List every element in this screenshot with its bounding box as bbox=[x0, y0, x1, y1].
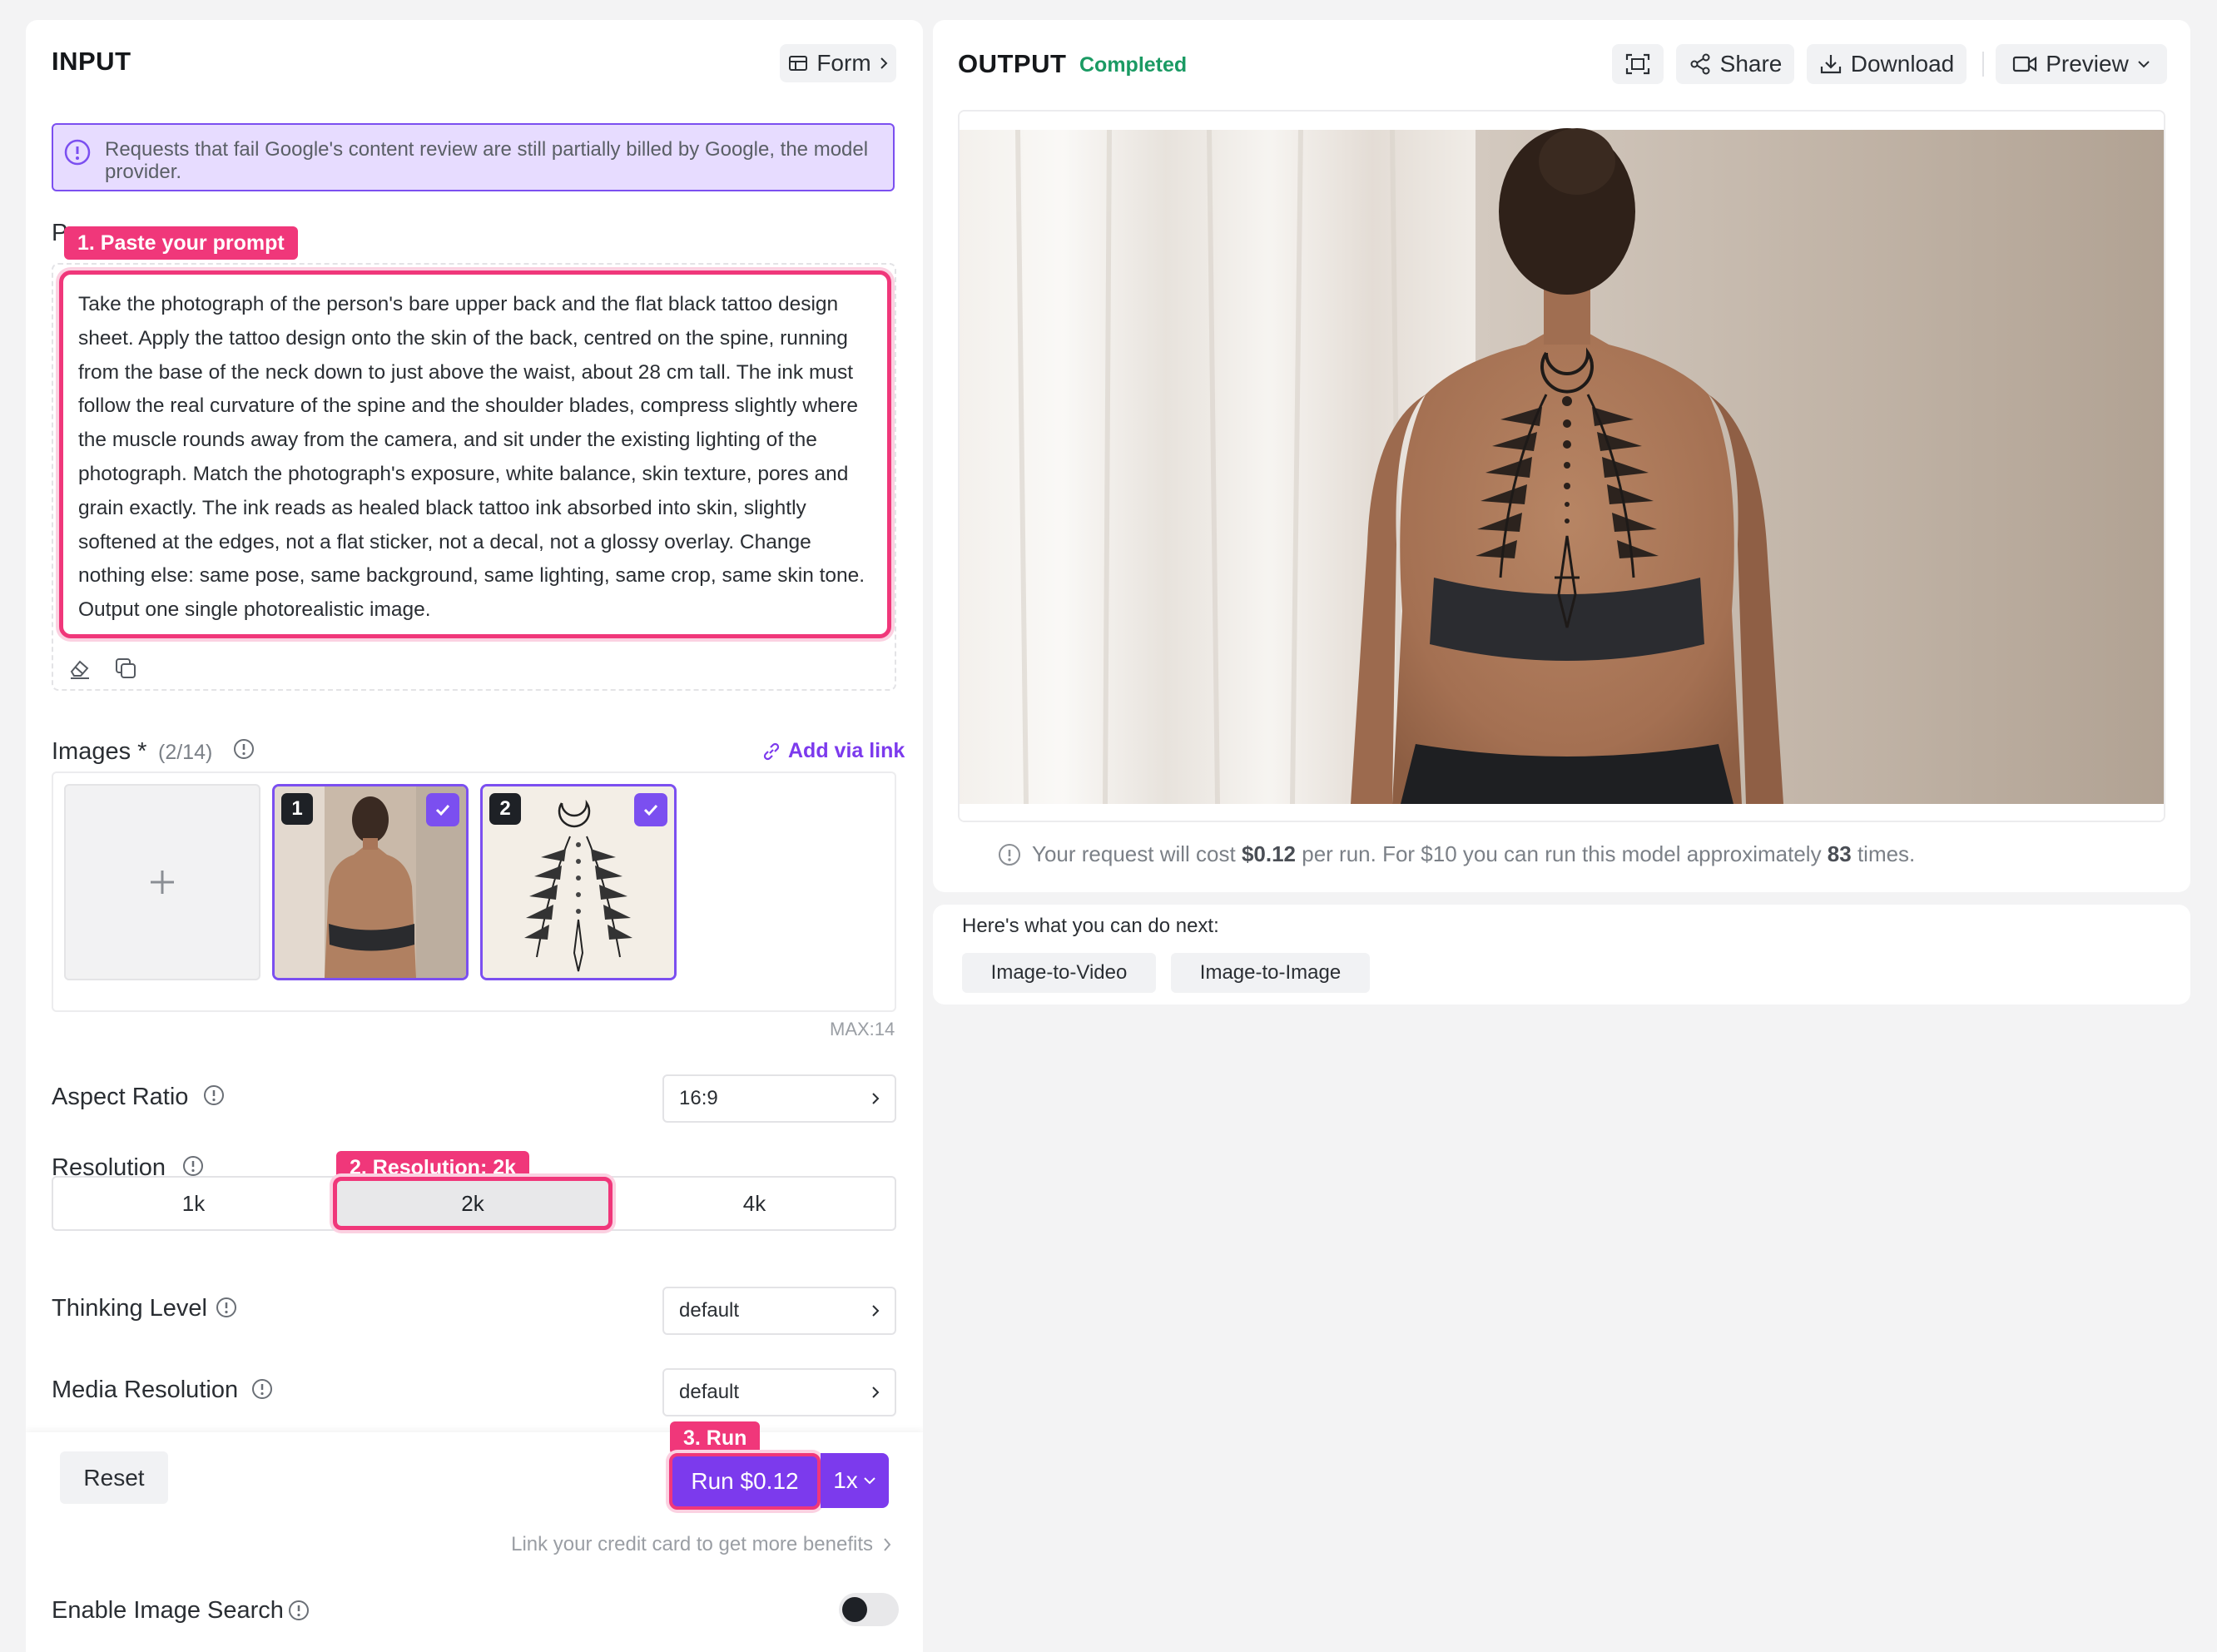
resolution-option-2k[interactable]: 2k bbox=[333, 1177, 613, 1230]
max-images-hint: MAX:14 bbox=[830, 1019, 895, 1039]
reset-button[interactable]: Reset bbox=[60, 1451, 168, 1504]
input-panel: INPUT Form Requests that fail Google's c… bbox=[26, 20, 923, 1652]
thinking-level-label: Thinking Level bbox=[52, 1295, 207, 1322]
image-search-label: Enable Image Search bbox=[52, 1597, 284, 1624]
aspect-ratio-select[interactable]: 16:9 bbox=[662, 1074, 896, 1123]
credit-card-link-label: Link your credit card to get more benefi… bbox=[511, 1533, 873, 1555]
chevron-down-icon bbox=[863, 1476, 876, 1485]
link-icon bbox=[761, 742, 781, 762]
table-icon bbox=[788, 54, 808, 72]
preview-label: Preview bbox=[2046, 51, 2129, 77]
info-icon bbox=[215, 1296, 238, 1319]
notice-text: Requests that fail Google's content revi… bbox=[105, 138, 869, 183]
image-to-image-button[interactable]: Image-to-Image bbox=[1171, 953, 1370, 993]
resolution-option-4k[interactable]: 4k bbox=[614, 1178, 895, 1229]
eraser-icon[interactable] bbox=[67, 656, 92, 681]
image-to-video-button[interactable]: Image-to-Video bbox=[962, 953, 1156, 993]
thinking-level-value: default bbox=[679, 1299, 740, 1322]
info-icon bbox=[232, 737, 255, 761]
cost-text: Your request will cost $0.12 per run. Fo… bbox=[1032, 841, 1915, 867]
next-steps-title: Here's what you can do next: bbox=[962, 915, 1219, 937]
share-label: Share bbox=[1719, 51, 1783, 77]
aspect-ratio-value: 16:9 bbox=[679, 1087, 718, 1109]
status-badge: Completed bbox=[1079, 53, 1188, 77]
output-title: OUTPUT bbox=[958, 49, 1067, 78]
share-icon bbox=[1689, 52, 1712, 76]
cost-times: 83 bbox=[1827, 841, 1852, 866]
output-image-frame bbox=[958, 110, 2165, 822]
resolution-option-1k[interactable]: 1k bbox=[53, 1178, 334, 1229]
cost-mid: per run. For $10 you can run this model … bbox=[1296, 841, 1828, 866]
run-quantity-value: 1x bbox=[833, 1467, 858, 1493]
plus-icon bbox=[149, 869, 176, 895]
copy-icon[interactable] bbox=[113, 656, 138, 681]
thumbnail-number: 2 bbox=[489, 793, 521, 825]
billing-notice: Requests that fail Google's content revi… bbox=[52, 123, 895, 191]
chevron-right-icon bbox=[871, 1386, 880, 1399]
chevron-right-icon bbox=[883, 1537, 891, 1552]
info-icon bbox=[250, 1377, 274, 1401]
fullscreen-button[interactable] bbox=[1612, 44, 1664, 84]
thumbnail-number: 1 bbox=[281, 793, 313, 825]
chevron-down-icon bbox=[2137, 60, 2150, 68]
image-thumbnail-1[interactable]: 1 bbox=[272, 784, 469, 980]
aspect-ratio-label: Aspect Ratio bbox=[52, 1084, 189, 1110]
run-button[interactable]: Run $0.12 bbox=[669, 1453, 821, 1510]
images-label: Images * bbox=[52, 738, 147, 765]
info-icon bbox=[181, 1154, 205, 1178]
cost-info: Your request will cost $0.12 per run. Fo… bbox=[997, 841, 1915, 867]
input-title: INPUT bbox=[52, 47, 131, 76]
chevron-right-icon bbox=[871, 1092, 880, 1105]
media-resolution-value: default bbox=[679, 1381, 740, 1403]
info-icon bbox=[287, 1599, 310, 1622]
chevron-right-icon bbox=[871, 1304, 880, 1317]
credit-card-link[interactable]: Link your credit card to get more benefi… bbox=[511, 1533, 891, 1556]
add-image-button[interactable] bbox=[64, 784, 260, 980]
info-icon bbox=[202, 1084, 226, 1107]
checkbox-checked-icon[interactable] bbox=[634, 793, 667, 826]
images-count: (2/14) bbox=[158, 741, 213, 764]
add-via-link-label: Add via link bbox=[788, 739, 905, 762]
expand-icon bbox=[1625, 53, 1650, 75]
toggle-knob bbox=[842, 1597, 867, 1622]
info-circle-icon bbox=[63, 138, 92, 166]
preview-dropdown[interactable]: Preview bbox=[1996, 44, 2167, 84]
cost-amount: $0.12 bbox=[1241, 841, 1297, 866]
toolbar-divider bbox=[1982, 52, 1984, 77]
cost-suffix: times. bbox=[1851, 841, 1916, 866]
media-resolution-select[interactable]: default bbox=[662, 1368, 896, 1416]
thinking-level-select[interactable]: default bbox=[662, 1287, 896, 1335]
callout-run: 3. Run bbox=[670, 1421, 761, 1455]
callout-paste-prompt: 1. Paste your prompt bbox=[64, 226, 298, 260]
media-resolution-label: Media Resolution bbox=[52, 1377, 239, 1403]
chevron-right-icon bbox=[880, 57, 888, 70]
video-camera-icon bbox=[2012, 55, 2037, 73]
download-button[interactable]: Download bbox=[1807, 44, 1967, 84]
cost-prefix: Your request will cost bbox=[1032, 841, 1242, 866]
share-button[interactable]: Share bbox=[1676, 44, 1794, 84]
form-button-label: Form bbox=[816, 50, 871, 76]
download-icon bbox=[1819, 52, 1843, 76]
download-label: Download bbox=[1850, 51, 1955, 77]
checkbox-checked-icon[interactable] bbox=[426, 793, 459, 826]
run-quantity-dropdown[interactable]: 1x bbox=[821, 1453, 889, 1508]
form-button[interactable]: Form bbox=[780, 44, 896, 82]
output-image[interactable] bbox=[960, 112, 2165, 822]
info-circle-icon bbox=[997, 842, 1022, 867]
prompt-textarea[interactable]: Take the photograph of the person's bare… bbox=[59, 270, 891, 638]
add-via-link[interactable]: Add via link bbox=[761, 739, 905, 763]
image-thumbnail-2[interactable]: 2 bbox=[480, 784, 677, 980]
